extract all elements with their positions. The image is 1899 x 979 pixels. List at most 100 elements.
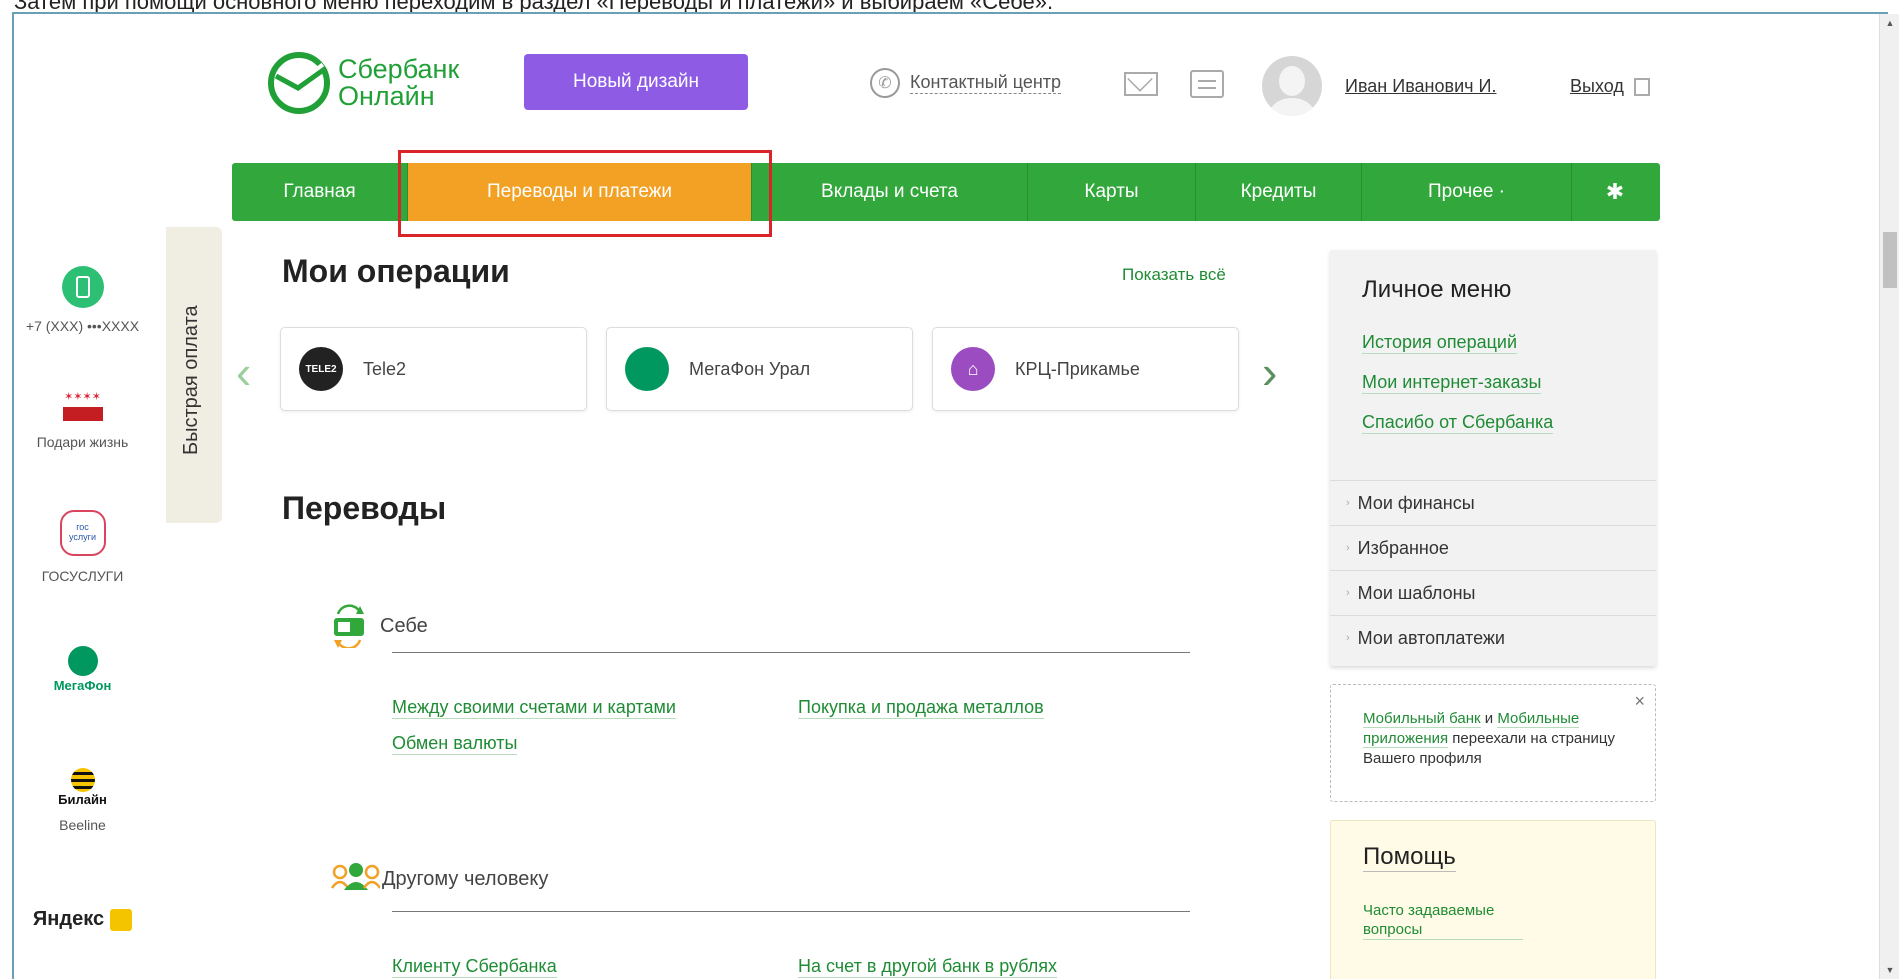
- chevron-right-icon: ›: [1346, 497, 1350, 509]
- divider: [392, 652, 1190, 653]
- highlight-box: [398, 150, 772, 237]
- link-sberbank-client[interactable]: Клиенту Сбербанка: [392, 956, 557, 978]
- carousel-next-icon[interactable]: ›: [1262, 345, 1277, 399]
- notice-text: и: [1480, 710, 1498, 727]
- operation-card-tele2[interactable]: TELE2 Tele2: [280, 327, 587, 411]
- tele2-logo-icon: TELE2: [299, 347, 343, 391]
- link-metals[interactable]: Покупка и продажа металлов: [798, 697, 1044, 719]
- megafon-logo-icon: [67, 646, 98, 676]
- link-faq[interactable]: Часто задаваемые вопросы: [1363, 901, 1523, 940]
- logout-label: Выход: [1570, 76, 1624, 96]
- show-all-link[interactable]: Показать всё: [1122, 265, 1226, 285]
- link-history[interactable]: История операций: [1362, 332, 1518, 354]
- quick-pay-phone-label: +7 (XXX) •••XXXX: [25, 318, 140, 334]
- people-icon: [330, 863, 380, 890]
- link-currency-exchange[interactable]: Обмен валюты: [392, 733, 518, 755]
- vertical-scrollbar[interactable]: ▲ ▼: [1879, 14, 1899, 979]
- link-mobile-apps-2[interactable]: приложения: [1363, 730, 1449, 748]
- nav-item-other[interactable]: Прочее ·: [1362, 163, 1572, 221]
- gear-icon[interactable]: ✱: [1572, 163, 1658, 221]
- nav-item-cards[interactable]: Карты: [1028, 163, 1196, 221]
- menu-row-templates[interactable]: › Мои шаблоны: [1330, 570, 1656, 615]
- nav-item-credits[interactable]: Кредиты: [1196, 163, 1362, 221]
- home-icon: ⌂: [951, 347, 995, 391]
- yandex-wallet-icon: [110, 908, 133, 931]
- menu-row-finances[interactable]: › Мои финансы: [1330, 480, 1656, 525]
- link-between-own-accounts[interactable]: Между своими счетами и картами: [392, 697, 676, 719]
- nav-item-deposits[interactable]: Вклады и счета: [752, 163, 1028, 221]
- chevron-right-icon: ›: [1346, 587, 1350, 599]
- link-mobile-apps[interactable]: Мобильные: [1497, 710, 1580, 728]
- help-box: Помощь Часто задаваемые вопросы: [1330, 820, 1656, 979]
- yandex-logo-text: Яндекс: [32, 908, 105, 930]
- link-internet-orders[interactable]: Мои интернет-заказы: [1362, 372, 1542, 394]
- menu-row-autopayments[interactable]: › Мои автоплатежи: [1330, 615, 1656, 660]
- scroll-up-arrow-icon[interactable]: ▲: [1880, 14, 1899, 32]
- operation-label: МегаФон Урал: [689, 358, 811, 379]
- logo-text-line2: Онлайн: [338, 81, 435, 111]
- link-mobile-bank[interactable]: Мобильный банк: [1363, 710, 1481, 728]
- mail-icon[interactable]: [1124, 72, 1158, 96]
- phone-icon: ✆: [870, 68, 900, 98]
- quick-pay-tab[interactable]: Быстрая оплата: [166, 227, 222, 523]
- link-spasibo[interactable]: Спасибо от Сбербанка: [1362, 412, 1554, 434]
- user-name-link[interactable]: Иван Иванович И.: [1345, 76, 1496, 97]
- operation-label: Tele2: [363, 358, 407, 379]
- mobile-phone-icon: [61, 266, 104, 308]
- sberbank-online-logo[interactable]: Сбербанк Онлайн: [268, 52, 459, 114]
- quick-pay-gosuslugi[interactable]: гос услуги ГОСУСЛУГИ: [0, 510, 165, 584]
- nav-item-main[interactable]: Главная: [232, 163, 408, 221]
- self-transfer-label: Себе: [380, 614, 428, 637]
- quick-pay-beeline-label: Beeline: [59, 817, 106, 833]
- transfers-title: Переводы: [282, 490, 447, 526]
- menu-row-label: Мои финансы: [1357, 492, 1475, 513]
- quick-pay-gosuslugi-label: ГОСУСЛУГИ: [41, 568, 124, 584]
- logo-text-line1: Сбербанк: [338, 54, 460, 84]
- menu-row-favorites[interactable]: › Избранное: [1330, 525, 1656, 570]
- menu-row-label: Мои шаблоны: [1357, 582, 1476, 603]
- beeline-logo-text: Билайн: [58, 792, 107, 807]
- transfer-group-other[interactable]: Другому человеку: [330, 862, 548, 896]
- avatar[interactable]: [1262, 56, 1322, 116]
- link-other-bank-rub[interactable]: На счет в другой банк в рублях: [798, 956, 1058, 978]
- megafon-logo-text: МегаФон: [53, 678, 112, 693]
- quick-pay-yandex[interactable]: Яндекс: [0, 908, 165, 931]
- personal-menu: Личное меню История операций Мои интерне…: [1330, 250, 1656, 666]
- quick-pay-phone[interactable]: +7 (XXX) •••XXXX: [0, 266, 165, 334]
- chevron-right-icon: ›: [1346, 632, 1350, 644]
- my-operations-title: Мои операции: [282, 253, 510, 289]
- scroll-thumb[interactable]: [1883, 232, 1897, 288]
- podari-zhizn-logo-icon: ✶✶✶✶: [62, 390, 103, 430]
- menu-row-label: Избранное: [1357, 537, 1449, 558]
- divider: [392, 911, 1190, 912]
- quick-pay-podari-label: Подари жизнь: [36, 434, 129, 450]
- operation-card-megafon[interactable]: МегаФон Урал: [606, 327, 913, 411]
- logout-icon: [1633, 77, 1650, 96]
- new-design-button[interactable]: Новый дизайн: [524, 54, 748, 110]
- transfer-group-self[interactable]: Себе: [330, 604, 428, 648]
- chevron-right-icon: ›: [1346, 542, 1350, 554]
- quick-pay-tab-label: Быстрая оплата: [180, 305, 202, 455]
- mobile-bank-notice: × Мобильный банк и Мобильные приложения п…: [1330, 684, 1656, 802]
- megafon-logo-icon: [625, 347, 669, 391]
- contact-center-link[interactable]: Контактный центр: [910, 72, 1062, 94]
- operation-card-krc[interactable]: ⌂ КРЦ-Прикамье: [932, 327, 1239, 411]
- quick-pay-megafon[interactable]: МегаФон: [0, 646, 165, 693]
- scroll-down-arrow-icon[interactable]: ▼: [1880, 961, 1899, 979]
- operation-label: КРЦ-Прикамье: [1015, 358, 1140, 379]
- beeline-logo-icon: [70, 768, 95, 792]
- menu-row-label: Мои автоплатежи: [1357, 627, 1505, 648]
- logout-link[interactable]: Выход: [1570, 76, 1650, 97]
- carousel-prev-icon[interactable]: ‹: [236, 345, 251, 399]
- quick-pay-beeline[interactable]: Билайн Beeline: [0, 768, 165, 833]
- gosuslugi-logo-icon: гос услуги: [59, 510, 106, 556]
- self-transfer-icon: [334, 604, 364, 648]
- personal-menu-title: Личное меню: [1362, 276, 1512, 303]
- help-title: Помощь: [1363, 843, 1456, 872]
- close-icon[interactable]: ×: [1634, 691, 1645, 711]
- chat-icon[interactable]: [1190, 70, 1224, 98]
- other-person-label: Другому человеку: [382, 867, 549, 890]
- contact-center[interactable]: ✆ Контактный центр: [870, 68, 1062, 98]
- quick-pay-podari-zhizn[interactable]: ✶✶✶✶ Подари жизнь: [0, 390, 165, 450]
- sberbank-logo-icon: [268, 52, 330, 114]
